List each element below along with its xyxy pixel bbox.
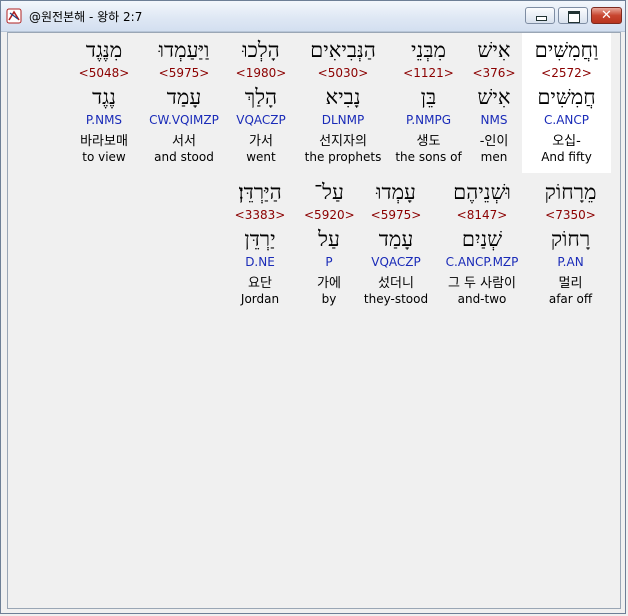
korean-gloss: 바라보매 — [80, 134, 128, 149]
lemma: עָמַד — [378, 227, 414, 251]
korean-gloss: 선지자의 — [319, 134, 367, 149]
word-column[interactable]: וַיַּעַמְדוּ <5975> עָמַד CW.VQIMZP 서서 a… — [144, 33, 224, 173]
word-column[interactable]: הָלְכוּ <1980> הָלַךְ VQACZP 가서 went — [230, 33, 292, 173]
korean-gloss: 가서 — [249, 134, 273, 149]
app-logo-icon — [6, 8, 22, 24]
english-gloss: to view — [82, 150, 126, 164]
morphology-code[interactable]: P.NMPG — [391, 113, 466, 127]
hebrew-word: וַחֲמִשִּׁים — [534, 38, 599, 62]
minimize-icon — [536, 16, 547, 21]
strong-number[interactable]: <5030> — [300, 66, 386, 80]
english-gloss: the prophets — [304, 150, 382, 164]
word-column[interactable]: עָמְדוּ <5975> עָמַד VQACZP 섰더니 they-sto… — [360, 175, 432, 315]
morphology-code[interactable]: D.NE — [224, 255, 296, 269]
word-column[interactable]: עַל־ <5920> עַל P 가에 by — [304, 175, 355, 315]
english-gloss: by — [321, 292, 337, 306]
lemma: נֶגֶד — [92, 85, 116, 109]
english-gloss: men — [480, 150, 508, 164]
hebrew-word: הַיַּרְדֵּן׃ — [238, 180, 282, 204]
title-bar[interactable]: @원전본해 - 왕하 2:7 ✕ — [1, 1, 625, 32]
morphology-code[interactable]: VQACZP — [360, 255, 432, 269]
korean-gloss: 오십- — [552, 134, 581, 149]
word-column[interactable]: הַיַּרְדֵּן׃ <3383> יַרְדֵּן D.NE 요단 Jor… — [224, 175, 296, 315]
english-gloss: Jordan — [240, 292, 280, 306]
korean-gloss: 멀리 — [558, 276, 583, 291]
morphology-code[interactable]: DLNMP — [300, 113, 386, 127]
hebrew-word: מִבְּנֵי — [411, 38, 446, 62]
strong-number[interactable]: <2572> — [522, 66, 611, 80]
minimize-button[interactable] — [525, 7, 555, 24]
korean-gloss: 생도 — [416, 134, 441, 149]
english-gloss: And fifty — [541, 150, 592, 164]
hebrew-word: אִישׁ — [477, 38, 511, 62]
strong-number[interactable]: <1121> — [391, 66, 466, 80]
hebrew-word: וַיַּעַמְדוּ — [158, 38, 210, 62]
interlinear-view[interactable]: וַחֲמִשִּׁים <2572> חֲמִשִּׁים C.ANCP 오십… — [7, 32, 621, 609]
lemma: רָחוֹק — [550, 227, 591, 251]
word-column[interactable]: הַנְּבִיאִים <5030> נָבִיא DLNMP 선지자의 th… — [300, 33, 386, 173]
word-column[interactable]: מֵרָחוֹק <7350> רָחוֹק P.AN 멀리 afar off — [530, 175, 611, 315]
word-column[interactable]: וּשְׁנֵיהֶם <8147> שְׁנַיִם C.ANCP.MZP 그… — [436, 175, 528, 315]
lemma: עָמַד — [166, 85, 202, 109]
lemma: נָבִיא — [325, 85, 361, 109]
hebrew-word: מִנֶּגֶד — [85, 38, 123, 62]
korean-gloss: 그 두 사람이 — [447, 276, 517, 291]
maximize-button[interactable] — [558, 7, 588, 24]
hebrew-word: מֵרָחוֹק — [544, 180, 597, 204]
lemma: הָלַךְ — [244, 85, 278, 109]
hebrew-word: הַנְּבִיאִים — [310, 38, 376, 62]
app-window: @원전본해 - 왕하 2:7 ✕ וַחֲמִשִּׁים <2572> חֲמ… — [0, 0, 626, 614]
strong-number[interactable]: <1980> — [230, 66, 292, 80]
hebrew-word: וּשְׁנֵיהֶם — [453, 180, 511, 204]
morphology-code[interactable]: C.ANCP — [522, 113, 611, 127]
lemma: אִישׁ — [477, 85, 511, 109]
morphology-code[interactable]: P.NMS — [72, 113, 136, 127]
hebrew-word: עָמְדוּ — [376, 180, 416, 204]
strong-number[interactable]: <5975> — [144, 66, 224, 80]
morphology-code[interactable]: NMS — [467, 113, 521, 127]
english-gloss: they-stood — [363, 292, 429, 306]
hebrew-word: הָלְכוּ — [242, 38, 280, 62]
lemma: יַרְדֵּן — [244, 227, 276, 251]
strong-number[interactable]: <5048> — [72, 66, 136, 80]
english-gloss: went — [246, 150, 276, 164]
strong-number[interactable]: <5975> — [360, 208, 432, 222]
hebrew-word: עַל־ — [314, 180, 344, 204]
close-icon: ✕ — [601, 8, 612, 23]
strong-number[interactable]: <3383> — [224, 208, 296, 222]
strong-number[interactable]: <7350> — [530, 208, 611, 222]
morphology-code[interactable]: VQACZP — [230, 113, 292, 127]
korean-gloss: 섰더니 — [378, 276, 414, 291]
word-column[interactable]: וַחֲמִשִּׁים <2572> חֲמִשִּׁים C.ANCP 오십… — [522, 33, 611, 173]
maximize-icon — [568, 11, 580, 23]
english-gloss: the sons of — [395, 150, 462, 164]
lemma: חֲמִשִּׁים — [537, 85, 596, 109]
korean-gloss: 서서 — [172, 134, 196, 149]
word-column[interactable]: מִבְּנֵי <1121> בֵּן P.NMPG 생도 the sons … — [391, 33, 466, 173]
korean-gloss: 요단 — [248, 276, 272, 291]
strong-number[interactable]: <8147> — [436, 208, 528, 222]
word-column[interactable]: מִנֶּגֶד <5048> נֶגֶד P.NMS 바라보매 to view — [72, 33, 136, 173]
morphology-code[interactable]: P — [304, 255, 354, 269]
strong-number[interactable]: <5920> — [304, 208, 355, 222]
morphology-code[interactable]: P.AN — [530, 255, 611, 269]
strong-number[interactable]: <376> — [467, 66, 521, 80]
english-gloss: afar off — [548, 292, 593, 306]
lemma: עַל — [318, 227, 340, 251]
morphology-code[interactable]: C.ANCP.MZP — [436, 255, 528, 269]
close-button[interactable]: ✕ — [591, 7, 622, 24]
window-title: @원전본해 - 왕하 2:7 — [29, 10, 143, 24]
korean-gloss: 가에 — [317, 276, 341, 291]
english-gloss: and-two — [457, 292, 507, 306]
korean-gloss: -인이 — [479, 134, 509, 149]
english-gloss: and stood — [154, 150, 214, 164]
word-column[interactable]: אִישׁ <376> אִישׁ NMS -인이 men — [467, 33, 521, 173]
morphology-code[interactable]: CW.VQIMZP — [144, 113, 224, 127]
lemma: בֵּן — [420, 85, 437, 109]
lemma: שְׁנַיִם — [461, 227, 503, 251]
